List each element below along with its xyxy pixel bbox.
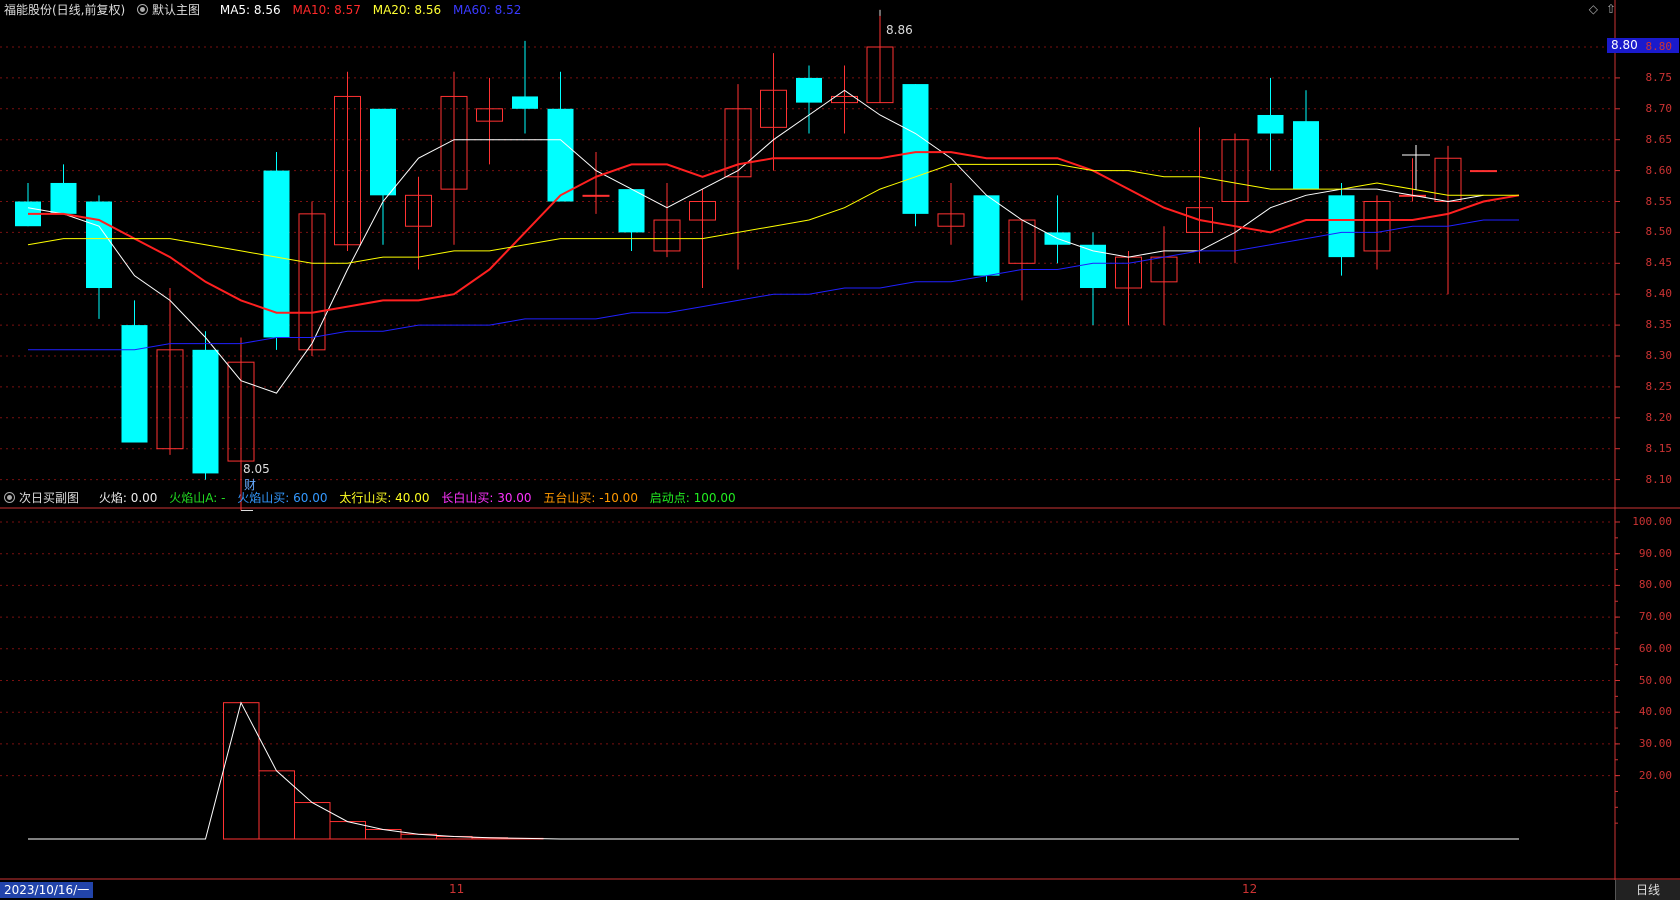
candle-down	[1257, 114, 1284, 134]
sub-y-tick-label: 40.00	[1638, 705, 1672, 719]
candle-down	[86, 201, 112, 289]
start-date-label: 2023/10/16/一	[0, 882, 94, 898]
ma-line-ma5	[27, 89, 1484, 394]
wutai-label: 五台山买: -10.00	[543, 491, 638, 505]
ma-line-ma60	[28, 219, 1519, 351]
high-annotation: 8.86	[886, 23, 913, 37]
huoyan-label: 火焰: 0.00	[98, 491, 158, 505]
sub-panel-settings-icon[interactable]	[4, 492, 15, 503]
main-y-tick-label: 8.10	[1645, 472, 1673, 486]
main-y-tick-label: 8.25	[1645, 379, 1673, 393]
main-y-tick-label: 8.15	[1645, 441, 1673, 455]
signal-line	[28, 701, 1519, 840]
finance-event-badge[interactable]: 财	[244, 476, 256, 493]
sub-y-tick-label: 20.00	[1638, 768, 1672, 782]
hysA-label: 火焰山A: -	[169, 491, 226, 505]
main-y-tick-label: 8.55	[1645, 194, 1673, 208]
main-y-tick-label: 8.65	[1645, 132, 1673, 146]
stock-title: 福能股份(日线,前复权)	[4, 3, 126, 17]
candle-up	[1470, 170, 1497, 173]
candle-down	[618, 189, 645, 233]
changbai-label: 长白山买: 30.00	[441, 491, 532, 505]
sub-panel-header: 次日买副图 火焰: 0.00 火焰山A: - 火焰山买: 60.00 太行山买:…	[4, 490, 744, 506]
main-y-tick-label: 8.60	[1645, 163, 1673, 177]
month-12-label: 12	[1242, 882, 1258, 896]
sub-y-tick-label: 60.00	[1638, 641, 1672, 655]
ma60-label: MA60: 8.52	[452, 3, 522, 17]
candle-down	[547, 108, 574, 202]
ma20-label: MA20: 8.56	[372, 3, 442, 17]
sub-panel-name[interactable]: 次日买副图	[4, 491, 87, 505]
main-y-tick-label: 8.20	[1645, 410, 1673, 424]
candle-down	[1293, 121, 1319, 190]
main-y-tick-label: 8.35	[1645, 318, 1673, 332]
ma10-label: MA10: 8.57	[292, 3, 361, 17]
sub-y-tick-label: 30.00	[1638, 736, 1672, 750]
main-y-tick-label: 8.40	[1645, 287, 1673, 301]
candle-up	[582, 194, 610, 197]
qidong-label: 启动点: 100.00	[649, 491, 736, 505]
main-y-tick-label: 8.75	[1645, 70, 1673, 84]
main-panel-header: 福能股份(日线,前复权) 默认主图 MA5: 8.56 MA10: 8.57 M…	[4, 2, 529, 18]
main-panel-name[interactable]: 默认主图	[137, 3, 208, 17]
x-axis-bar	[0, 880, 1680, 900]
ma5-label: MA5: 8.56	[219, 3, 281, 17]
candle-down	[192, 349, 219, 474]
signal-box	[258, 770, 295, 840]
signal-box	[294, 802, 331, 840]
candle-down	[370, 108, 396, 196]
sub-y-tick-label: 90.00	[1638, 546, 1672, 560]
collapse-up-icon[interactable]: ⇧	[1606, 2, 1616, 16]
candle-down	[50, 182, 77, 214]
main-y-tick-label: 8.70	[1645, 101, 1673, 115]
low-annotation: 8.05	[243, 462, 270, 476]
taihang-label: 太行山买: 40.00	[339, 491, 430, 505]
candle-down	[902, 84, 929, 214]
candle-down	[121, 325, 148, 443]
sub-y-tick-label: 80.00	[1638, 578, 1672, 592]
signal-box	[223, 702, 260, 840]
main-y-tick-label: 8.30	[1645, 349, 1673, 362]
month-11-label: 11	[449, 882, 465, 896]
candle-down	[512, 96, 538, 109]
main-y-tick-label: 8.80	[1645, 40, 1673, 53]
main-y-tick-label: 8.45	[1645, 256, 1673, 270]
candle-down	[1328, 195, 1355, 258]
period-daily-button[interactable]: 日线	[1615, 880, 1680, 900]
sub-y-tick-label: 50.00	[1638, 673, 1672, 687]
kline-chart[interactable]	[0, 0, 1680, 900]
panel-settings-icon[interactable]	[137, 4, 149, 15]
candle-down	[973, 195, 1000, 276]
sub-y-tick-label: 100.00	[1632, 515, 1672, 528]
candle-down	[796, 77, 822, 103]
main-y-tick-label: 8.50	[1645, 225, 1673, 239]
diamond-icon[interactable]: ◇	[1589, 2, 1598, 16]
hysBuy-label: 火焰山买: 60.00	[237, 491, 328, 505]
sub-y-tick-label: 70.00	[1638, 610, 1672, 624]
